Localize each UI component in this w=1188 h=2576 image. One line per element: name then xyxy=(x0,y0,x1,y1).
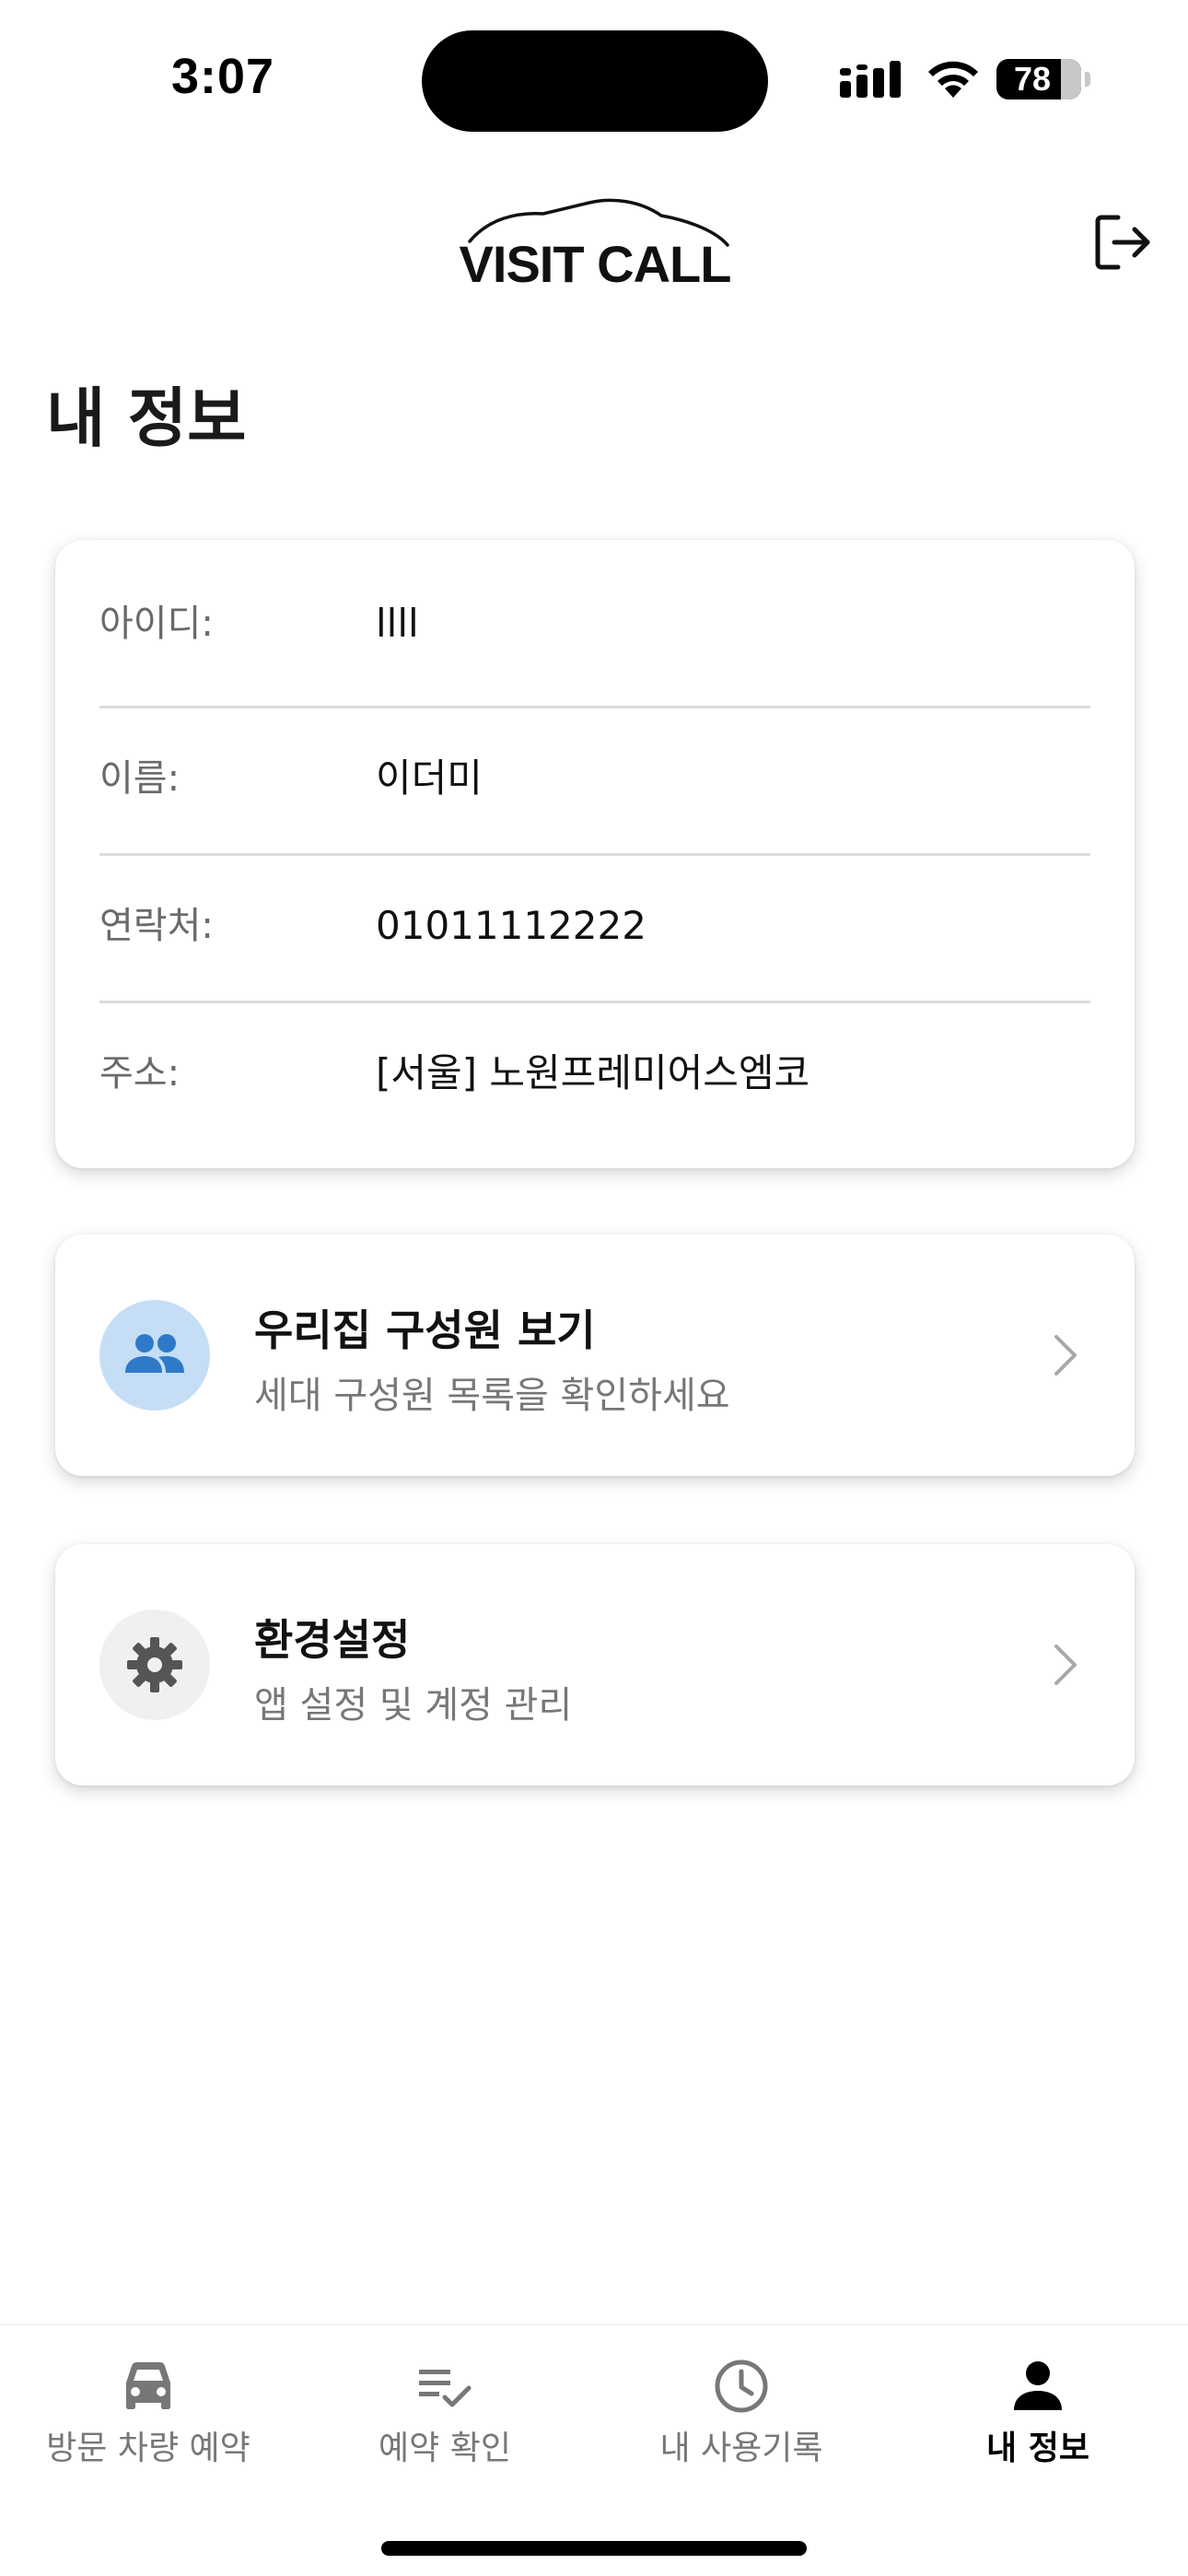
settings-title: 환경설정 xyxy=(254,1615,411,1665)
info-value: 01011112222 xyxy=(376,903,646,948)
nav-item-usage-history[interactable]: 내 사용기록 xyxy=(593,2359,890,2488)
info-label: 이름: xyxy=(99,757,181,800)
household-title: 우리집 구성원 보기 xyxy=(254,1306,596,1355)
nav-label: 예약 확인 xyxy=(379,2430,511,2467)
nav-item-my-info[interactable]: 내 정보 xyxy=(890,2359,1186,2488)
wifi-icon xyxy=(928,61,978,98)
chevron-right-icon xyxy=(1054,1645,1077,1685)
info-row-name: 이름: 이더미 xyxy=(99,706,1090,851)
nav-item-visit-reservation[interactable]: 방문 차량 예약 xyxy=(0,2359,297,2488)
people-icon xyxy=(125,1334,184,1373)
info-value: llll xyxy=(376,601,419,646)
settings-icon-circle xyxy=(99,1610,210,1720)
logout-icon[interactable] xyxy=(1090,210,1155,275)
signal-icon xyxy=(840,61,901,98)
info-value: [서울] 노원프레미어스엠코 xyxy=(376,1050,810,1095)
chevron-right-icon xyxy=(1054,1335,1077,1376)
nav-item-reservation-check[interactable]: 예약 확인 xyxy=(297,2359,593,2488)
status-bar: 3:07 78 xyxy=(0,0,1188,157)
info-label: 아이디: xyxy=(99,603,214,645)
nav-label: 내 정보 xyxy=(986,2430,1089,2467)
home-indicator xyxy=(381,2541,807,2556)
battery-level: 78 xyxy=(1013,60,1052,98)
clock-icon xyxy=(715,2359,768,2413)
app-logo: VISIT CALL xyxy=(451,188,739,293)
car-icon xyxy=(126,2362,170,2409)
bottom-nav: 방문 차량 예약 예약 확인 내 사용기록 내 정보 xyxy=(0,2324,1188,2576)
gear-icon xyxy=(127,1637,182,1692)
checklist-icon xyxy=(419,2370,472,2407)
dynamic-island xyxy=(422,30,768,132)
settings-subtitle: 앱 설정 및 계정 관리 xyxy=(254,1684,573,1727)
profile-info-card: 아이디: llll 이름: 이더미 연락처: 01011112222 주소: [… xyxy=(55,540,1135,1168)
page-title: 내 정보 xyxy=(46,381,247,456)
info-label: 연락처: xyxy=(99,905,214,947)
info-row-phone: 연락처: 01011112222 xyxy=(99,853,1090,999)
settings-button[interactable]: 환경설정 앱 설정 및 계정 관리 xyxy=(55,1544,1135,1786)
info-row-address: 주소: [서울] 노원프레미어스엠코 xyxy=(99,1001,1090,1146)
battery-icon: 78 xyxy=(996,59,1081,100)
nav-label: 방문 차량 예약 xyxy=(46,2430,250,2467)
info-label: 주소: xyxy=(99,1052,181,1095)
battery-nub xyxy=(1085,72,1090,87)
household-subtitle: 세대 구성원 목록을 확인하세요 xyxy=(254,1375,730,1417)
nav-label: 내 사용기록 xyxy=(659,2430,823,2467)
household-members-button[interactable]: 우리집 구성원 보기 세대 구성원 목록을 확인하세요 xyxy=(55,1235,1135,1476)
logo-text: VISIT CALL xyxy=(459,235,732,293)
info-value: 이더미 xyxy=(376,755,483,801)
app-header: VISIT CALL xyxy=(0,175,1188,304)
household-icon-circle xyxy=(99,1300,210,1411)
person-icon xyxy=(1014,2361,1062,2410)
info-row-id: 아이디: llll xyxy=(99,551,1090,697)
status-time: 3:07 xyxy=(171,49,275,104)
my-info-screen: 3:07 78 VISIT CALL 내 정보 아이디: llll 이름: 이더… xyxy=(0,0,1188,2576)
